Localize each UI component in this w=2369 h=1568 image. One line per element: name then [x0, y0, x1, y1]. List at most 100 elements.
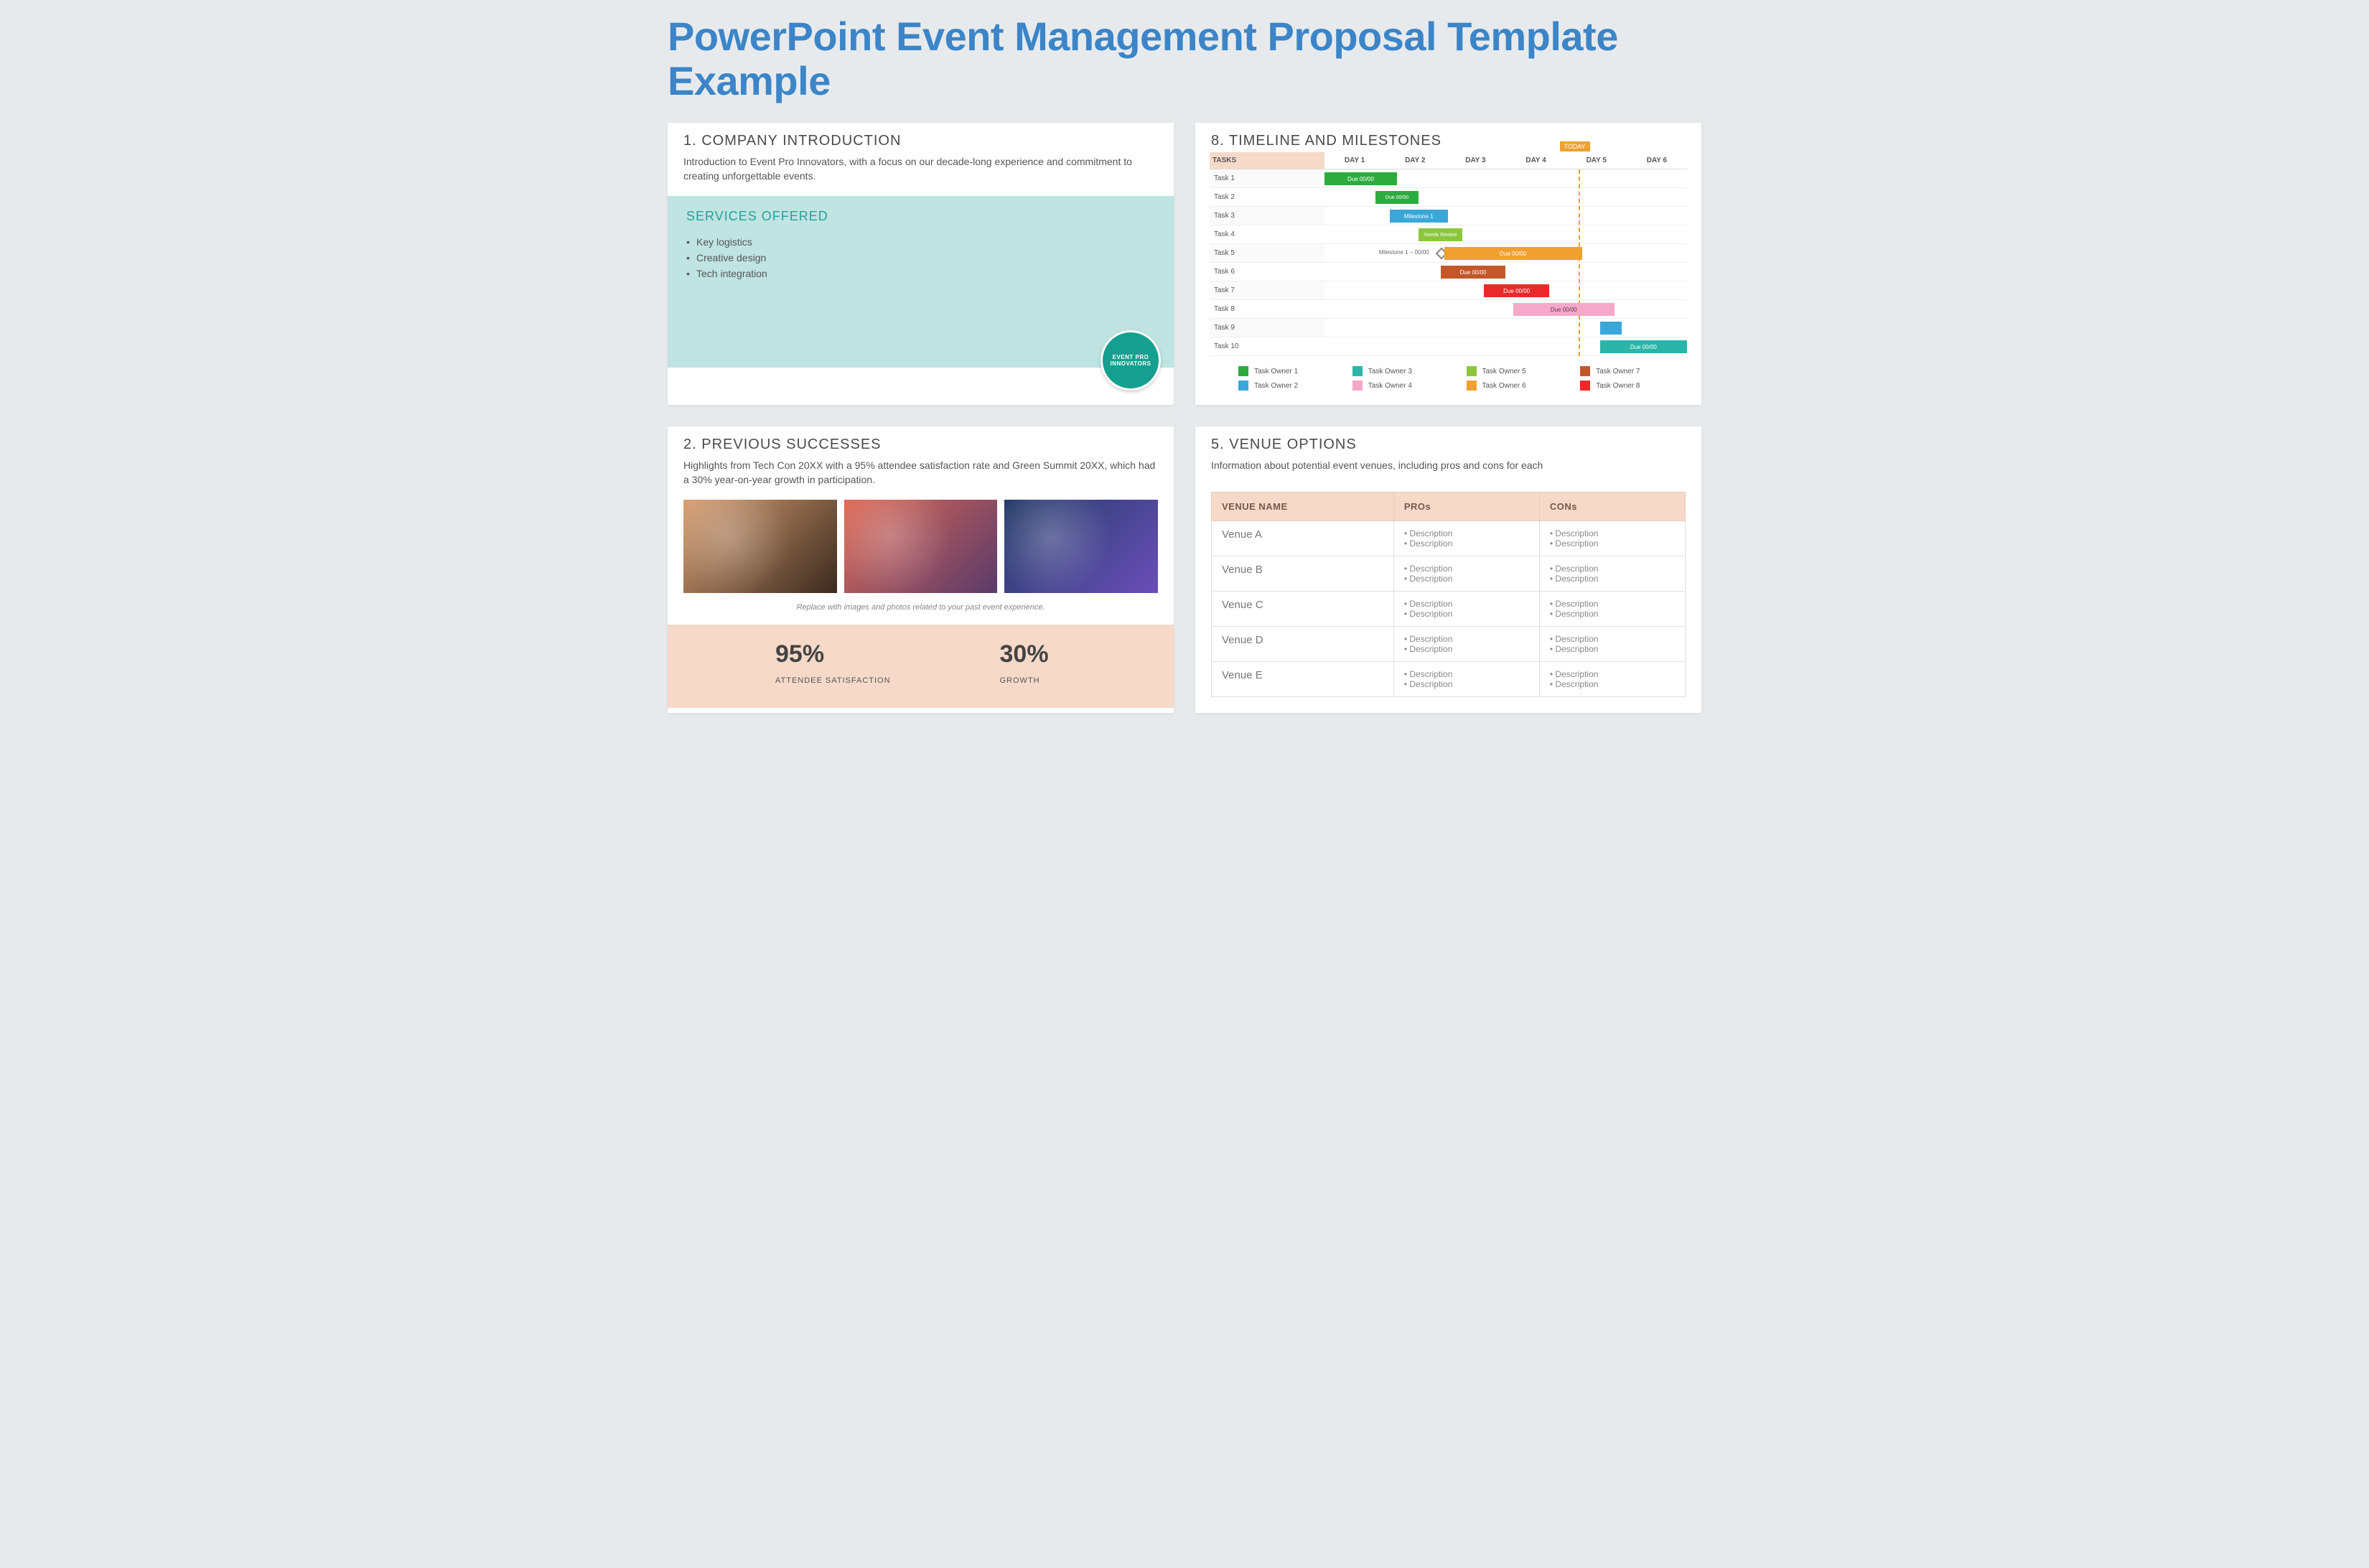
timeline-row: Task 8Due 00/00 — [1210, 300, 1687, 319]
venue-row: Venue E• Description• Description• Descr… — [1212, 661, 1686, 696]
venue-col-header: PROs — [1393, 492, 1539, 521]
venue-name-cell: Venue C — [1212, 591, 1394, 626]
legend-swatch-icon — [1352, 366, 1363, 376]
image-placeholder — [844, 500, 998, 593]
venue-pros-cell: • Description• Description — [1393, 661, 1539, 696]
legend-swatch-icon — [1580, 381, 1590, 391]
heading-company-intro: 1. COMPANY INTRODUCTION — [668, 123, 1174, 152]
legend-label: Task Owner 5 — [1482, 368, 1526, 375]
gantt-bar: Needs Review — [1419, 228, 1462, 241]
timeline-row: Task 5 Milestone 1 – 00/00 Due 00/00 — [1210, 244, 1687, 263]
stats-strip: 95% ATTENDEE SATISFACTION 30% GROWTH — [668, 625, 1174, 707]
legend-label: Task Owner 1 — [1254, 368, 1298, 375]
venue-col-header: CONs — [1539, 492, 1685, 521]
card-previous-successes: 2. PREVIOUS SUCCESSES Highlights from Te… — [668, 426, 1174, 713]
stat1-num: 95% — [775, 640, 921, 668]
task-label: Task 6 — [1210, 263, 1324, 281]
services-box: SERVICES OFFERED Key logisticsCreative d… — [668, 196, 1174, 368]
image-placeholder — [683, 500, 837, 593]
venue-cons-cell: • Description• Description — [1539, 591, 1685, 626]
legend-label: Task Owner 7 — [1596, 368, 1640, 375]
venue-table: VENUE NAMEPROsCONs Venue A• Description•… — [1211, 492, 1686, 697]
venue-name-cell: Venue E — [1212, 661, 1394, 696]
venue-cons-cell: • Description• Description — [1539, 556, 1685, 591]
gantt-bar: Due 00/00 — [1484, 284, 1549, 297]
venue-cons-cell: • Description• Description — [1539, 521, 1685, 556]
heading-timeline: 8. TIMELINE AND MILESTONES — [1195, 123, 1701, 152]
legend-swatch-icon — [1580, 366, 1590, 376]
venue-pros-cell: • Description• Description — [1393, 521, 1539, 556]
legend-swatch-icon — [1467, 381, 1477, 391]
today-badge: TODAY — [1560, 141, 1590, 151]
task-label: Task 10 — [1210, 337, 1324, 355]
timeline-row: Task 6 Due 00/00 — [1210, 263, 1687, 281]
legend-item: Task Owner 6 — [1467, 381, 1566, 391]
legend-label: Task Owner 2 — [1254, 382, 1298, 390]
card-company-intro: 1. COMPANY INTRODUCTION Introduction to … — [668, 123, 1174, 405]
legend-swatch-icon — [1352, 381, 1363, 391]
venue-name-cell: Venue D — [1212, 626, 1394, 661]
card-venue-options: 5. VENUE OPTIONS Information about poten… — [1195, 426, 1701, 713]
badge-circle: EVENT PRO INNOVATORS — [1101, 330, 1161, 391]
gantt-bar: Due 00/00 — [1375, 191, 1419, 204]
heading-previous: 2. PREVIOUS SUCCESSES — [668, 426, 1174, 456]
task-label: Task 7 — [1210, 281, 1324, 299]
venue-pros-cell: • Description• Description — [1393, 591, 1539, 626]
heading-venue: 5. VENUE OPTIONS — [1195, 426, 1701, 456]
timeline-row: Task 4 Needs Review — [1210, 225, 1687, 244]
card-timeline: 8. TIMELINE AND MILESTONES TODAY TASKSDA… — [1195, 123, 1701, 405]
gantt-bar: Due 00/00 — [1324, 172, 1397, 185]
timeline-row: Task 2 Due 00/00 — [1210, 188, 1687, 207]
venue-pros-cell: • Description• Description — [1393, 556, 1539, 591]
venue-row: Venue B• Description• Description• Descr… — [1212, 556, 1686, 591]
task-label: Task 1 — [1210, 169, 1324, 187]
legend-swatch-icon — [1238, 381, 1248, 391]
timeline-rows: Task 1Due 00/00Task 2Due 00/00Task 3Mile… — [1210, 169, 1687, 356]
timeline-header: TASKSDAY 1DAY 2DAY 3DAY 4DAY 5DAY 6 — [1210, 152, 1687, 169]
timeline-row: Task 7 Due 00/00 — [1210, 281, 1687, 300]
gantt-bar: Due 00/00 — [1444, 247, 1582, 260]
legend-item: Task Owner 3 — [1352, 366, 1452, 376]
legend-item: Task Owner 5 — [1467, 366, 1566, 376]
timeline-row: Task 10 Due 00/00 — [1210, 337, 1687, 356]
gantt-bar: Due 00/00 — [1513, 303, 1615, 316]
services-title: SERVICES OFFERED — [686, 209, 1155, 224]
task-label: Task 9 — [1210, 319, 1324, 337]
body-previous: Highlights from Tech Con 20XX with a 95%… — [668, 456, 1174, 500]
badge-wrap: EVENT PRO INNOVATORS — [1101, 330, 1161, 391]
legend-item: Task Owner 7 — [1580, 366, 1680, 376]
venue-col-header: VENUE NAME — [1212, 492, 1394, 521]
task-label: Task 3 — [1210, 207, 1324, 225]
venue-row: Venue C• Description• Description• Descr… — [1212, 591, 1686, 626]
legend-swatch-icon — [1467, 366, 1477, 376]
gantt-bar: Due 00/00 — [1441, 266, 1506, 279]
venue-pros-cell: • Description• Description — [1393, 626, 1539, 661]
venue-cons-cell: • Description• Description — [1539, 626, 1685, 661]
legend-item: Task Owner 4 — [1352, 381, 1452, 391]
legend-label: Task Owner 8 — [1596, 382, 1640, 390]
venue-cons-cell: • Description• Description — [1539, 661, 1685, 696]
page-title: PowerPoint Event Management Proposal Tem… — [668, 14, 1701, 103]
timeline-row: Task 3 Milestone 1 — [1210, 207, 1687, 225]
stat1-label: ATTENDEE SATISFACTION — [775, 676, 921, 686]
services-item: Creative design — [686, 250, 1155, 266]
body-company-intro: Introduction to Event Pro Innovators, wi… — [668, 152, 1174, 196]
services-item: Tech integration — [686, 266, 1155, 281]
legend-label: Task Owner 6 — [1482, 382, 1526, 390]
task-label: Task 2 — [1210, 188, 1324, 206]
stat2-label: GROWTH — [1000, 676, 1146, 686]
venue-name-cell: Venue B — [1212, 556, 1394, 591]
milestone-prefix: Milestone 1 – 00/00 — [1379, 249, 1429, 256]
images-caption: Replace with images and photos related t… — [668, 593, 1174, 625]
services-list: Key logisticsCreative designTech integra… — [686, 234, 1155, 281]
task-label: Task 4 — [1210, 225, 1324, 243]
venue-row: Venue A• Description• Description• Descr… — [1212, 521, 1686, 556]
task-label: Task 5 — [1210, 244, 1324, 262]
timeline-row: Task 1Due 00/00 — [1210, 169, 1687, 188]
gantt-bar: Due 00/00 — [1600, 340, 1687, 353]
venue-name-cell: Venue A — [1212, 521, 1394, 556]
legend-label: Task Owner 3 — [1368, 368, 1412, 375]
timeline-legend: Task Owner 1 Task Owner 3 Task Owner 5 Task… — [1210, 356, 1687, 393]
gantt-bar — [1600, 322, 1622, 335]
gantt-bar: Milestone 1 — [1390, 210, 1448, 223]
